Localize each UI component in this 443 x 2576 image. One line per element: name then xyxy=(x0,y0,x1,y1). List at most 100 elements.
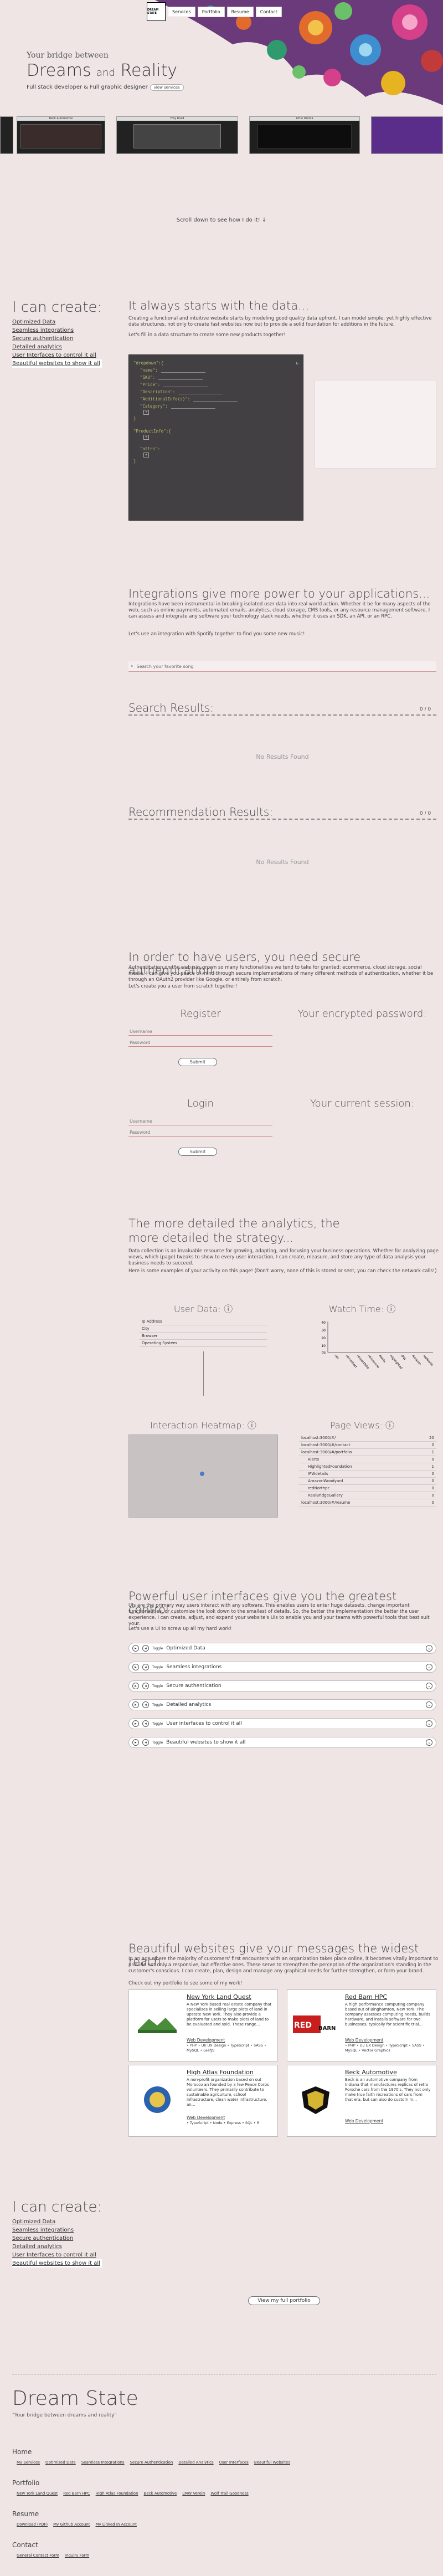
sidebar-item[interactable]: Seamless integrations xyxy=(12,326,102,335)
chevron-icon[interactable]: ⌄ xyxy=(426,1664,432,1670)
arrow-icon[interactable]: ◂ xyxy=(142,1739,149,1746)
login-password-field[interactable]: Password xyxy=(128,1129,272,1137)
footer-link[interactable]: Optimized Data xyxy=(45,2460,76,2465)
code-input[interactable] xyxy=(178,390,223,394)
footer-link[interactable]: Seamless Integrations xyxy=(81,2460,125,2465)
footer-link[interactable]: High Atlas Foundation xyxy=(96,2491,138,2496)
login-username-field[interactable]: Username xyxy=(128,1118,272,1125)
footer-contact-heading[interactable]: Contact xyxy=(12,2541,38,2549)
sidebar-item[interactable]: Secure authentication xyxy=(12,2234,102,2243)
info-icon[interactable]: ⓘ xyxy=(385,1420,394,1431)
play-icon[interactable]: ▸ xyxy=(132,1739,139,1746)
code-input[interactable] xyxy=(163,383,208,387)
portfolio-card[interactable]: Beck Automotive Beck is an automotive co… xyxy=(287,2065,436,2137)
footer-link[interactable]: Wolf Trail Goodness xyxy=(210,2491,248,2496)
ui-row[interactable]: ▸ ◂ Toggle Secure authentication ⌄ xyxy=(128,1680,436,1691)
footer-portfolio-heading[interactable]: Portfolio xyxy=(12,2479,39,2487)
footer-link[interactable]: General Contact Form xyxy=(17,2553,59,2558)
logo[interactable]: DREAM STATE xyxy=(147,2,166,21)
play-icon[interactable]: ▸ xyxy=(132,1720,139,1727)
footer-link[interactable]: My Services xyxy=(17,2460,40,2465)
card-title[interactable]: Red Barn HPC xyxy=(345,1993,387,2001)
card-title[interactable]: New York Land Quest xyxy=(187,1993,251,2001)
footer-link[interactable]: Beck Automotive xyxy=(144,2491,177,2496)
sidebar-item[interactable]: Optimized Data xyxy=(12,2218,102,2226)
sidebar-item[interactable]: Seamless integrations xyxy=(12,2226,102,2234)
footer-link[interactable]: My Github Account xyxy=(53,2522,90,2527)
code-input[interactable] xyxy=(171,404,215,409)
data-editor[interactable]: "dropdown":{↻ "name": "SKU": "Price": "D… xyxy=(128,354,303,521)
footer-home-heading[interactable]: Home xyxy=(12,2448,32,2456)
sidebar-item[interactable]: User Interfaces to control it all xyxy=(12,351,102,359)
play-icon[interactable]: ▸ xyxy=(132,1645,139,1652)
card-category[interactable]: Web Development xyxy=(187,2115,225,2120)
footer-link[interactable]: My Linked In Account xyxy=(95,2522,136,2527)
footer-link[interactable]: Download (PDF) xyxy=(17,2522,48,2527)
ui-row[interactable]: ▸ ◂ Toggle Seamless integrations ⌄ xyxy=(128,1662,436,1673)
footer-link[interactable]: Red Barn HPC xyxy=(63,2491,90,2496)
add-icon[interactable]: + xyxy=(143,410,149,415)
ui-row[interactable]: ▸ ◂ Toggle Optimized Data ⌄ xyxy=(128,1643,436,1654)
sidebar-item[interactable]: Optimized Data xyxy=(12,318,102,326)
info-icon[interactable]: ⓘ xyxy=(387,1304,395,1314)
nav-services[interactable]: Services xyxy=(168,6,195,17)
footer-resume-heading[interactable]: Resume xyxy=(12,2510,39,2518)
code-input[interactable] xyxy=(158,376,203,380)
play-icon[interactable]: ▸ xyxy=(132,1683,139,1689)
sidebar-item[interactable]: Beautiful websites to show it all xyxy=(12,359,102,368)
arrow-icon[interactable]: ◂ xyxy=(142,1701,149,1708)
ui-row[interactable]: ▸ ◂ Toggle User interfaces to control it al… xyxy=(128,1718,436,1729)
sidebar-item[interactable]: Secure authentication xyxy=(12,335,102,343)
arrow-icon[interactable]: ◂ xyxy=(142,1683,149,1689)
portfolio-card[interactable]: High Atlas Foundation A non-profit organ… xyxy=(128,2065,278,2137)
ui-row[interactable]: ▸ ◂ Toggle Beautiful websites to show it al… xyxy=(128,1737,436,1748)
arrow-icon[interactable]: ◂ xyxy=(142,1664,149,1670)
chevron-icon[interactable]: ⌄ xyxy=(426,1701,432,1708)
showcase-card[interactable]: Hwy Road xyxy=(116,116,238,154)
arrow-icon[interactable]: ◂ xyxy=(142,1645,149,1652)
card-category[interactable]: Web Development xyxy=(345,2119,383,2123)
footer-link[interactable]: Secure Authentication xyxy=(130,2460,173,2465)
arrow-icon[interactable]: ◂ xyxy=(142,1720,149,1727)
sidebar-item[interactable]: Beautiful websites to show it all xyxy=(12,2259,102,2268)
register-submit-button[interactable]: Submit xyxy=(178,1058,217,1066)
footer-link[interactable]: New York Land Quest xyxy=(17,2491,58,2496)
nav-contact[interactable]: Contact xyxy=(255,6,282,17)
footer-link[interactable]: LMW Verein xyxy=(182,2491,205,2496)
sidebar-item[interactable]: Detailed analytics xyxy=(12,343,102,351)
code-input[interactable] xyxy=(193,397,238,402)
song-search[interactable]: ⌕ Search your favorite song xyxy=(128,661,436,672)
sidebar-item[interactable]: User Interfaces to control it all xyxy=(12,2251,102,2259)
card-title[interactable]: High Atlas Foundation xyxy=(187,2069,254,2076)
heatmap-area[interactable] xyxy=(128,1434,278,1518)
footer-link[interactable]: Beautiful Websites xyxy=(254,2460,290,2465)
showcase-card[interactable]: Little Drama xyxy=(249,116,360,154)
footer-link[interactable]: Detailed Analytics xyxy=(178,2460,213,2465)
portfolio-card[interactable]: RED BARN Red Barn HPC A high performance … xyxy=(287,1989,436,2061)
info-icon[interactable]: ⓘ xyxy=(248,1420,256,1431)
footer-link[interactable]: Inquiry Form xyxy=(65,2553,89,2558)
portfolio-card[interactable]: New York Land Quest A New York based rea… xyxy=(128,1989,278,2061)
add-icon[interactable]: + xyxy=(143,435,149,440)
view-services-button[interactable]: view services xyxy=(150,84,184,91)
view-portfolio-button[interactable]: View my full portfolio xyxy=(248,2296,320,2305)
register-username-field[interactable]: Username xyxy=(128,1028,272,1036)
add-icon[interactable]: + xyxy=(143,453,149,457)
footer-link[interactable]: User Interfaces xyxy=(219,2460,249,2465)
play-icon[interactable]: ▸ xyxy=(132,1701,139,1708)
chevron-icon[interactable]: ⌄ xyxy=(426,1739,432,1746)
chevron-icon[interactable]: ⌄ xyxy=(426,1683,432,1689)
info-icon[interactable]: ⓘ xyxy=(224,1304,233,1314)
login-submit-button[interactable]: Submit xyxy=(178,1148,217,1156)
play-icon[interactable]: ▸ xyxy=(132,1664,139,1670)
ui-row[interactable]: ▸ ◂ Toggle Detailed analytics ⌄ xyxy=(128,1699,436,1710)
card-category[interactable]: Web Development xyxy=(345,2038,383,2043)
chevron-icon[interactable]: ⌄ xyxy=(426,1720,432,1727)
register-password-field[interactable]: Password xyxy=(128,1039,272,1047)
code-input[interactable] xyxy=(161,368,205,373)
showcase-card[interactable] xyxy=(371,116,443,154)
nav-portfolio[interactable]: Portfolio xyxy=(197,6,225,17)
card-title[interactable]: Beck Automotive xyxy=(345,2069,397,2076)
chevron-icon[interactable]: ⌄ xyxy=(426,1645,432,1652)
nav-resume[interactable]: Resume xyxy=(226,6,254,17)
